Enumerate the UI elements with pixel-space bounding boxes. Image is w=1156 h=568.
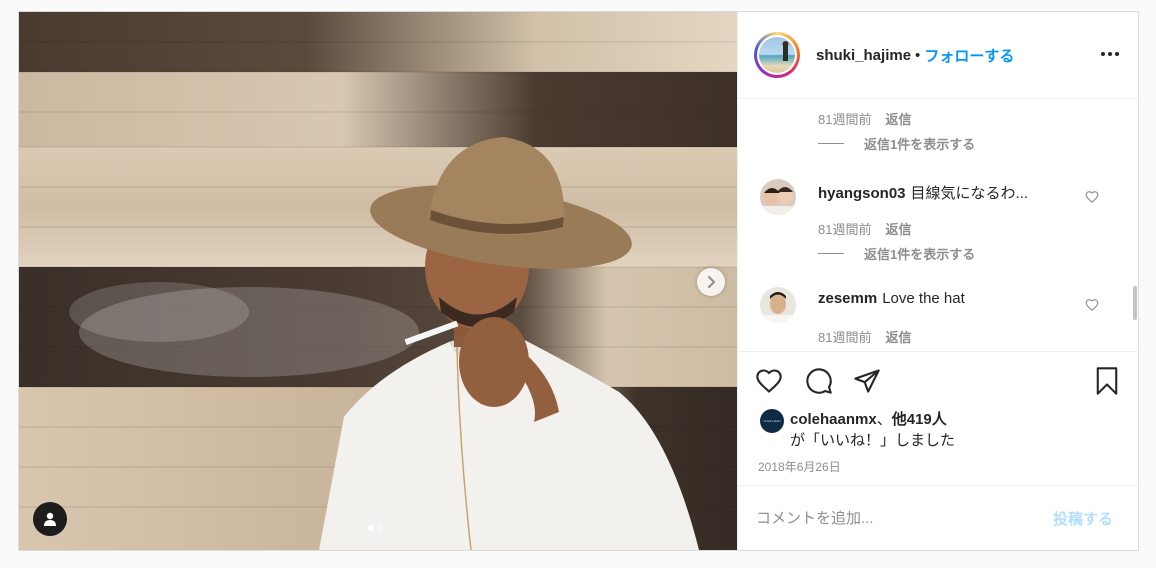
follow-button[interactable]: フォローする [924,45,1014,66]
carousel-indicator [368,525,384,531]
likes-summary: colehaanmx、他419人 [790,408,947,429]
view-replies-button[interactable]: 返信1件を表示する [818,134,975,153]
comment-text: zesemm Love the hat [818,290,965,307]
comments-list[interactable]: 81週間前 返信 返信1件を表示する hyangson03 目線気になるわ...… [738,99,1139,351]
tagged-users-button[interactable] [33,502,67,536]
more-horizontal-icon [1101,52,1119,56]
header-separator: • [915,47,921,64]
smoke-cloud [69,282,249,342]
post-date[interactable]: 2018年6月26日 [758,458,841,475]
view-replies-label: 返信1件を表示する [864,247,976,262]
comments-scrollbar[interactable] [1133,286,1137,320]
comment-meta: 81週間前 返信 [818,219,911,238]
comment-text: hyangson03 目線気になるわ... [818,182,1028,203]
post-actions: COLE HAAN colehaanmx、他419人 が「いいね！」しました 2… [738,351,1139,492]
carousel-dot [378,525,384,531]
heart-icon[interactable] [1085,298,1099,312]
author-avatar[interactable] [754,32,800,78]
replies-line [818,253,844,254]
save-button[interactable] [1092,366,1122,396]
bookmark-icon [1096,367,1118,395]
heart-icon [756,369,782,393]
comment-time: 81週間前 [818,330,872,345]
header-username-row: shuki_hajime • フォローする [816,45,1014,66]
commenter-avatar[interactable] [760,287,796,323]
share-button[interactable] [852,366,882,396]
post-photo[interactable] [19,12,737,550]
commenter-photo [760,179,796,215]
post-comment-button[interactable]: 投稿する [1053,508,1113,529]
view-replies-button[interactable]: 返信1件を表示する [818,244,975,263]
commenter-avatar[interactable] [760,179,796,215]
likes-joiner: 、 [876,411,892,428]
commenter-photo [760,287,796,323]
post-side-panel: shuki_hajime • フォローする 81週間前返信 返信1件を表示する [737,12,1139,550]
comment-input[interactable] [756,506,1036,530]
comment-body: Love the hat [882,290,965,307]
user-tag-icon [44,512,56,526]
subject-illustration [69,137,699,550]
comment-meta: 81週間前 返信 [818,327,911,346]
post-card: shuki_hajime • フォローする 81週間前返信 返信1件を表示する [18,11,1139,551]
heart-icon[interactable] [1085,190,1099,204]
replies-line [818,143,844,144]
comment-username[interactable]: zesemm [818,290,877,307]
view-replies-label: 返信1件を表示する [864,137,976,152]
likes-others-link[interactable]: 他419人 [892,411,947,428]
next-photo-button[interactable] [697,268,725,296]
more-options-button[interactable] [1098,42,1122,66]
reply-button[interactable]: 返信 [885,330,911,345]
reply-button[interactable]: 返信 [885,222,911,237]
comment-icon [806,368,832,394]
comment-username[interactable]: hyangson03 [818,185,906,202]
liker-username[interactable]: colehaanmx [790,411,877,428]
liker-avatar-logo: COLE HAAN [763,419,781,423]
author-username[interactable]: shuki_hajime [816,47,911,64]
comment-meta: 81週間前 返信 [818,109,911,128]
send-icon [854,369,880,393]
like-button[interactable] [754,366,784,396]
chevron-right-icon [708,276,715,288]
likes-suffix: が「いいね！」しました [790,432,956,449]
hand [459,317,529,407]
author-avatar-photo [759,37,795,73]
comment-time: 81週間前 [818,222,872,237]
beach-figure [782,41,789,61]
post-header: shuki_hajime • フォローする [738,12,1139,99]
liker-avatar[interactable]: COLE HAAN [760,409,784,433]
reply-button[interactable]: 返信 [885,112,911,127]
comment-button[interactable] [804,366,834,396]
comment-body: 目線気になるわ... [910,185,1029,202]
add-comment-section: 投稿する [738,485,1139,551]
carousel-dot-active [368,525,374,531]
comment-time: 81週間前 [818,112,872,127]
